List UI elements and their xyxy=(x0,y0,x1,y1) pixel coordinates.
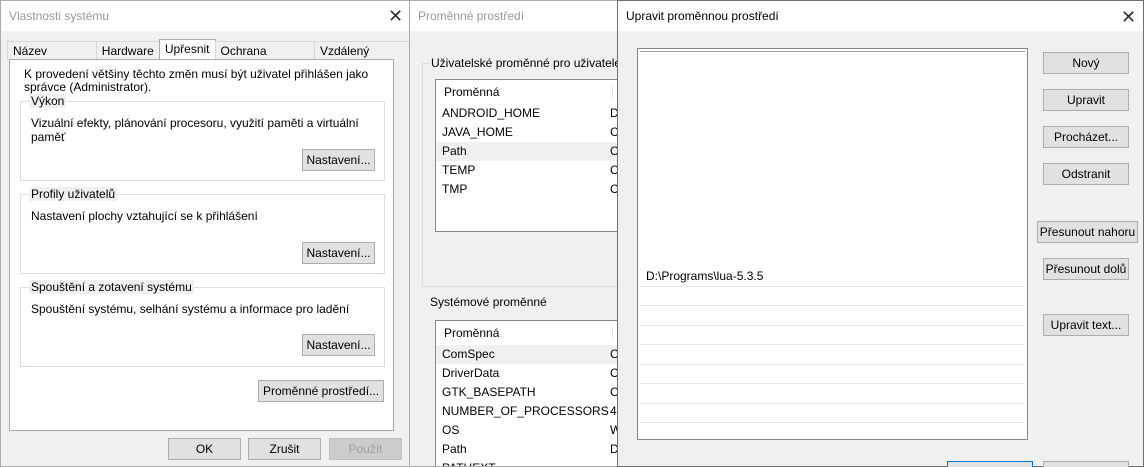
path-entry[interactable] xyxy=(640,207,1025,228)
edit-text-button[interactable]: Upravit text... xyxy=(1043,314,1129,336)
list-item[interactable]: NUMBER_OF_PROCESSORS 4 xyxy=(436,402,634,421)
path-entry[interactable] xyxy=(640,324,1025,345)
performance-group: Výkon Vizuální efekty, plánování proceso… xyxy=(20,94,385,181)
path-entry[interactable] xyxy=(640,402,1025,423)
tab-advanced[interactable]: Upřesnit xyxy=(158,39,216,60)
tab-system-protection[interactable]: Ochrana systému xyxy=(214,41,315,76)
tab-strip: Název počítače Hardware Upřesnit Ochrana… xyxy=(7,39,409,76)
path-entry[interactable] xyxy=(640,110,1025,131)
delete-button[interactable]: Odstranit xyxy=(1043,163,1129,185)
group-title: Výkon xyxy=(29,94,67,108)
ok-button[interactable]: OK xyxy=(168,438,241,460)
path-entry[interactable] xyxy=(640,71,1025,92)
user-profiles-group: Profily uživatelů Nastavení plochy vztah… xyxy=(20,187,385,274)
column-variable[interactable]: Proměnná xyxy=(444,326,612,340)
path-entry[interactable] xyxy=(640,363,1025,384)
list-item[interactable]: PATHEXT. xyxy=(436,459,634,466)
startup-recovery-group: Spouštění a zotavení systému Spouštění s… xyxy=(20,280,385,367)
group-description: Nastavení plochy vztahující se k přihláš… xyxy=(31,209,258,223)
admin-note: K provedení většiny těchto změn musí být… xyxy=(24,67,369,94)
system-properties-window: Vlastnosti systému ✕ Název počítače Hard… xyxy=(0,0,410,467)
tab-remote[interactable]: Vzdálený přístup xyxy=(313,41,409,76)
path-entry[interactable] xyxy=(640,285,1025,306)
path-entry[interactable] xyxy=(640,383,1025,404)
close-icon[interactable]: ✕ xyxy=(388,7,403,25)
user-profiles-settings-button[interactable]: Nastavení... xyxy=(302,242,375,264)
group-title: Spouštění a zotavení systému xyxy=(29,280,194,294)
cancel-button-partial[interactable] xyxy=(1043,461,1129,467)
list-item[interactable]: Path C xyxy=(436,142,634,161)
path-entry[interactable]: D:\Programs\lua-5.3.5 xyxy=(640,266,1025,287)
list-header: Proměnná H xyxy=(436,321,634,345)
path-entry[interactable] xyxy=(640,51,1025,72)
ok-button-partial[interactable] xyxy=(947,461,1033,467)
system-variables-list[interactable]: Proměnná H ComSpecC DriverDataC GTK_BASE… xyxy=(435,320,634,466)
tab-computer-name[interactable]: Název počítače xyxy=(7,41,97,76)
path-entry[interactable] xyxy=(640,227,1025,248)
move-up-button[interactable]: Přesunout nahoru xyxy=(1037,221,1138,243)
close-icon[interactable]: ✕ xyxy=(1121,8,1136,26)
window-title: Proměnné prostředí xyxy=(418,9,525,23)
list-item[interactable]: ComSpec C xyxy=(436,345,634,364)
group-title: Profily uživatelů xyxy=(29,187,118,201)
edit-button[interactable]: Upravit xyxy=(1043,89,1129,111)
new-button[interactable]: Nový xyxy=(1043,52,1129,74)
window-title: Upravit proměnnou prostředí xyxy=(626,9,779,23)
system-variables-label: Systémové proměnné xyxy=(430,295,547,309)
list-item[interactable]: Path D xyxy=(436,440,634,459)
move-down-button[interactable]: Přesunout dolů xyxy=(1043,258,1129,280)
path-entry[interactable] xyxy=(640,188,1025,209)
apply-button[interactable]: Použít xyxy=(329,438,402,460)
group-description: Spouštění systému, selhání systému a inf… xyxy=(31,302,350,316)
advanced-panel: K provedení většiny těchto změn musí být… xyxy=(9,59,394,431)
group-description: Vizuální efekty, plánování procesoru, vy… xyxy=(31,116,359,144)
browse-button[interactable]: Procházet... xyxy=(1043,126,1129,148)
path-entry[interactable] xyxy=(640,344,1025,365)
title-bar: Vlastnosti systému xyxy=(1,1,409,31)
environment-variables-window: Proměnné prostředí Uživatelské proměnné … xyxy=(409,0,634,467)
list-item[interactable]: ANDROID_HOME D xyxy=(436,104,634,123)
list-item[interactable]: OS W xyxy=(436,421,634,440)
startup-settings-button[interactable]: Nastavení... xyxy=(302,334,375,356)
tab-hardware[interactable]: Hardware xyxy=(95,41,160,60)
column-variable[interactable]: Proměnná xyxy=(444,85,612,99)
environment-variables-button[interactable]: Proměnné prostředí... xyxy=(258,380,384,402)
path-entry[interactable] xyxy=(640,168,1025,189)
list-header: Proměnná H xyxy=(436,80,634,104)
list-item[interactable]: TMP C xyxy=(436,180,634,199)
path-entries-list[interactable]: D:\Programs\lua-5.3.5 xyxy=(637,48,1028,440)
window-title: Vlastnosti systému xyxy=(9,9,110,23)
path-entry[interactable] xyxy=(640,90,1025,111)
list-item[interactable]: DriverData C xyxy=(436,364,634,383)
path-entry[interactable] xyxy=(640,305,1025,326)
performance-settings-button[interactable]: Nastavení... xyxy=(302,149,375,171)
list-item[interactable]: JAVA_HOME C xyxy=(436,123,634,142)
path-entry[interactable] xyxy=(640,149,1025,170)
path-entry[interactable] xyxy=(640,246,1025,267)
list-item[interactable]: TEMP C xyxy=(436,161,634,180)
group-title: Uživatelské proměnné pro uživatele xyxy=(429,56,624,70)
title-bar: Proměnné prostředí xyxy=(410,1,634,31)
user-variables-list[interactable]: Proměnná H ANDROID_HOMED JAVA_HOMEC Path… xyxy=(435,79,634,232)
title-bar: Upravit proměnnou prostředí xyxy=(618,1,1143,31)
path-entry[interactable] xyxy=(640,129,1025,150)
list-item[interactable]: GTK_BASEPATH C xyxy=(436,383,634,402)
cancel-button[interactable]: Zrušit xyxy=(248,438,321,460)
